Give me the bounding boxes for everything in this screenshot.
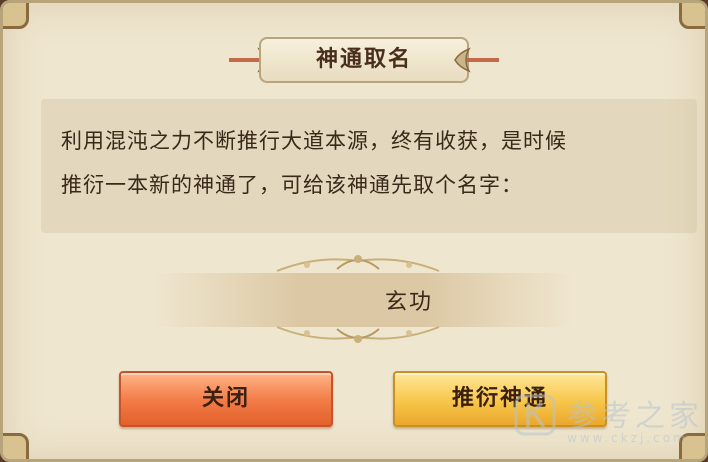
frame-corner-ornament <box>3 3 29 29</box>
dialog-title: 神通取名 <box>259 37 469 83</box>
name-skill-dialog: 神通取名 利用混沌之力不断推行大道本源，终有收获，是时候 推衍一本新的神通了，可… <box>0 0 708 462</box>
title-banner: 神通取名 <box>229 37 499 83</box>
watermark-logo-icon <box>514 394 556 436</box>
site-watermark: 参考之家 www.ckzj.com <box>511 389 705 453</box>
frame-corner-ornament <box>679 3 705 29</box>
message-panel: 利用混沌之力不断推行大道本源，终有收获，是时候 推衍一本新的神通了，可给该神通先… <box>41 99 697 233</box>
name-field-ornament-top <box>276 255 440 272</box>
scroll-wing-ornament-right <box>454 47 499 73</box>
watermark-text: 参考之家 <box>567 399 703 434</box>
frame-corner-ornament <box>3 433 29 459</box>
skill-name-input[interactable] <box>153 273 573 327</box>
close-button[interactable]: 关闭 <box>119 371 333 427</box>
message-text-line-2: 推衍一本新的神通了，可给该神通先取个名字： <box>61 173 523 197</box>
message-text-line-1: 利用混沌之力不断推行大道本源，终有收获，是时候 <box>61 129 567 153</box>
watermark-url: www.ckzj.com <box>567 431 688 445</box>
name-field-ornament-bottom <box>276 326 440 343</box>
